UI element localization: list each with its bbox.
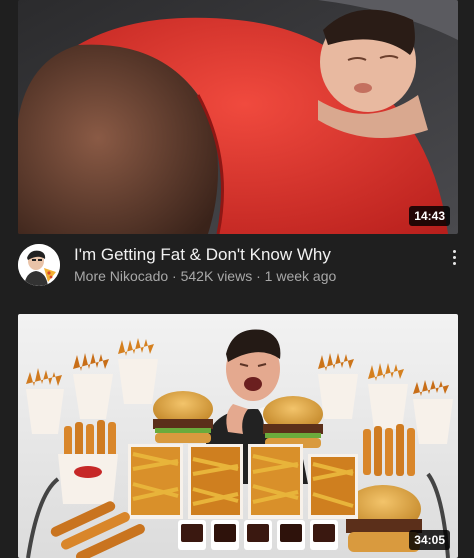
upload-age: 1 week ago [264,268,337,284]
video-thumbnail[interactable]: 34:05 [18,314,458,558]
video-thumbnail[interactable]: 14:43 [18,0,458,234]
video-duration-badge: 14:43 [409,206,450,226]
kebab-menu-icon[interactable] [446,245,462,269]
thumbnail-image [18,0,458,234]
video-title[interactable]: I'm Getting Fat & Don't Know Why [74,245,331,265]
channel-name[interactable]: More Nikocado [74,268,168,284]
avatar-image [18,244,60,286]
separator: · [252,268,265,284]
view-count: 542K views [180,268,253,284]
channel-avatar[interactable] [18,244,60,286]
thumbnail-image [18,314,458,558]
separator: · [168,268,181,284]
video-subtitle: More Nikocado · 542K views · 1 week ago [74,268,336,284]
video-duration-badge: 34:05 [409,530,450,550]
video-meta-row: I'm Getting Fat & Don't Know Why More Ni… [0,242,474,294]
